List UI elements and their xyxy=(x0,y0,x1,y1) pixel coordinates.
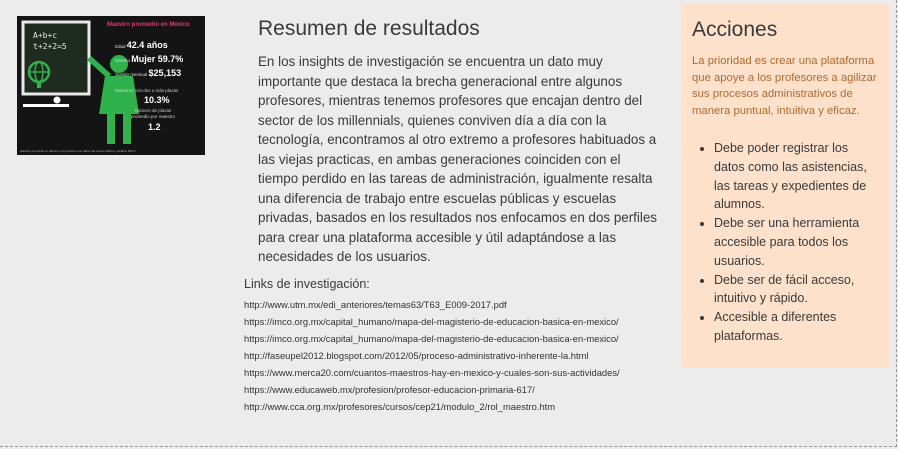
actions-panel: Acciones La prioridad es crear una plata… xyxy=(681,4,889,368)
links-title: Links de investigación: xyxy=(244,277,370,291)
list-item: https://imco.org.mx/capital_humano/mapa-… xyxy=(244,313,620,330)
research-link[interactable]: https://imco.org.mx/capital_humano/mapa-… xyxy=(244,333,619,344)
list-item: Debe ser una herramienta accesible para … xyxy=(714,214,877,270)
infographic-image: A+b+c t+2+2=5 Maestro promedio en México… xyxy=(17,16,205,155)
actions-intro: La prioridad es crear una plataforma que… xyxy=(692,55,877,117)
research-link[interactable]: https://www.educaweb.mx/profesion/profes… xyxy=(244,384,535,395)
research-link[interactable]: https://imco.org.mx/capital_humano/mapa-… xyxy=(244,316,619,327)
list-item: https://www.educaweb.mx/profesion/profes… xyxy=(244,381,620,398)
multi-plaza-label: Maestros con dos o más plazas xyxy=(115,88,179,93)
avg-plaza-value: 1.2 xyxy=(148,122,161,132)
multi-plaza-value: 10.3% xyxy=(144,95,170,105)
actions-list: Debe poder registrar los datos como las … xyxy=(692,139,877,346)
list-item: http://www.utm.mx/edi_anteriores/temas63… xyxy=(244,296,620,313)
research-link[interactable]: http://faseupel2012.blogspot.com/2012/05… xyxy=(244,350,588,361)
list-item: https://www.merca20.com/cuantos-maestros… xyxy=(244,364,620,381)
research-link[interactable]: http://www.cca.org.mx/profesores/cursos/… xyxy=(244,401,555,412)
gender-stat: Género Mujer 59.7% xyxy=(115,54,184,64)
salary-stat: Sueldo mensual $25,153 xyxy=(115,68,182,78)
age-stat: Edad 42.4 años xyxy=(115,40,168,50)
chalkboard-text: A+b+c t+2+2=5 xyxy=(33,31,67,51)
actions-title: Acciones xyxy=(692,18,778,41)
list-item: http://faseupel2012.blogspot.com/2012/05… xyxy=(244,347,620,364)
list-item: https://imco.org.mx/capital_humano/mapa-… xyxy=(244,330,620,347)
list-item: http://www.cca.org.mx/profesores/cursos/… xyxy=(244,398,620,415)
infographic-title: Maestro promedio en México xyxy=(107,22,190,28)
list-item: Debe poder registrar los datos como las … xyxy=(714,139,877,214)
research-link[interactable]: https://www.merca20.com/cuantos-maestros… xyxy=(244,367,620,378)
list-item: Debe ser de fácil acceso, intuitivo y rá… xyxy=(714,271,877,309)
results-paragraph: En los insights de investigación se encu… xyxy=(258,54,657,264)
research-links-list: http://www.utm.mx/edi_anteriores/temas63… xyxy=(244,296,620,415)
list-item: Accesible a diferentes plataformas. xyxy=(714,308,877,346)
avg-plaza-label: Número de plazas promedio por maestro xyxy=(130,108,176,119)
results-title: Resumen de resultados xyxy=(258,17,480,40)
infographic-footer: Maestro promedio en México, por posición… xyxy=(20,149,136,153)
research-link[interactable]: http://www.utm.mx/edi_anteriores/temas63… xyxy=(244,299,507,310)
